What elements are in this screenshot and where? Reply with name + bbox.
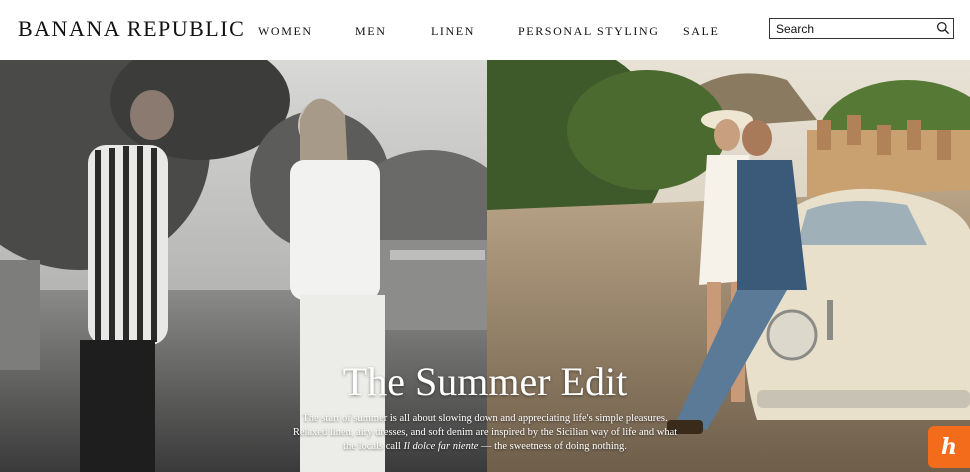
honey-extension-button[interactable]: h [928,426,970,468]
hero-copy-line: The start of summer is all about slowing… [302,413,668,424]
hero-copy-text: — the sweetness of doing nothing. [481,441,627,452]
hero-title: The Summer Edit [342,359,628,404]
hero-copy-text: the locals call [343,441,401,452]
honey-icon: h [941,434,957,460]
hero-copy-italic: Il dolce far niente [403,441,479,452]
hero-image-right [487,60,970,472]
nav-linen[interactable]: LINEN [431,24,475,39]
nav-women[interactable]: WOMEN [258,24,313,39]
search-box [769,18,954,39]
nav-men[interactable]: MEN [355,24,386,39]
hero-copy-line: the locals call Il dolce far niente — th… [0,440,970,454]
brand-logo[interactable]: BANANA REPUBLIC [18,16,245,42]
hero-description: The start of summer is all about slowing… [0,412,970,454]
search-input[interactable] [776,20,926,37]
site-header: BANANA REPUBLIC WOMEN MEN LINEN PERSONAL… [0,0,970,60]
nav-personal-styling[interactable]: PERSONAL STYLING [518,24,660,39]
nav-sale[interactable]: SALE [683,24,719,39]
hero-banner[interactable]: The Summer Edit The start of summer is a… [0,60,970,472]
search-icon[interactable] [936,21,950,35]
hero-image-left [0,60,487,472]
hero-copy-line: Relaxed linen, airy dresses, and soft de… [292,427,678,438]
